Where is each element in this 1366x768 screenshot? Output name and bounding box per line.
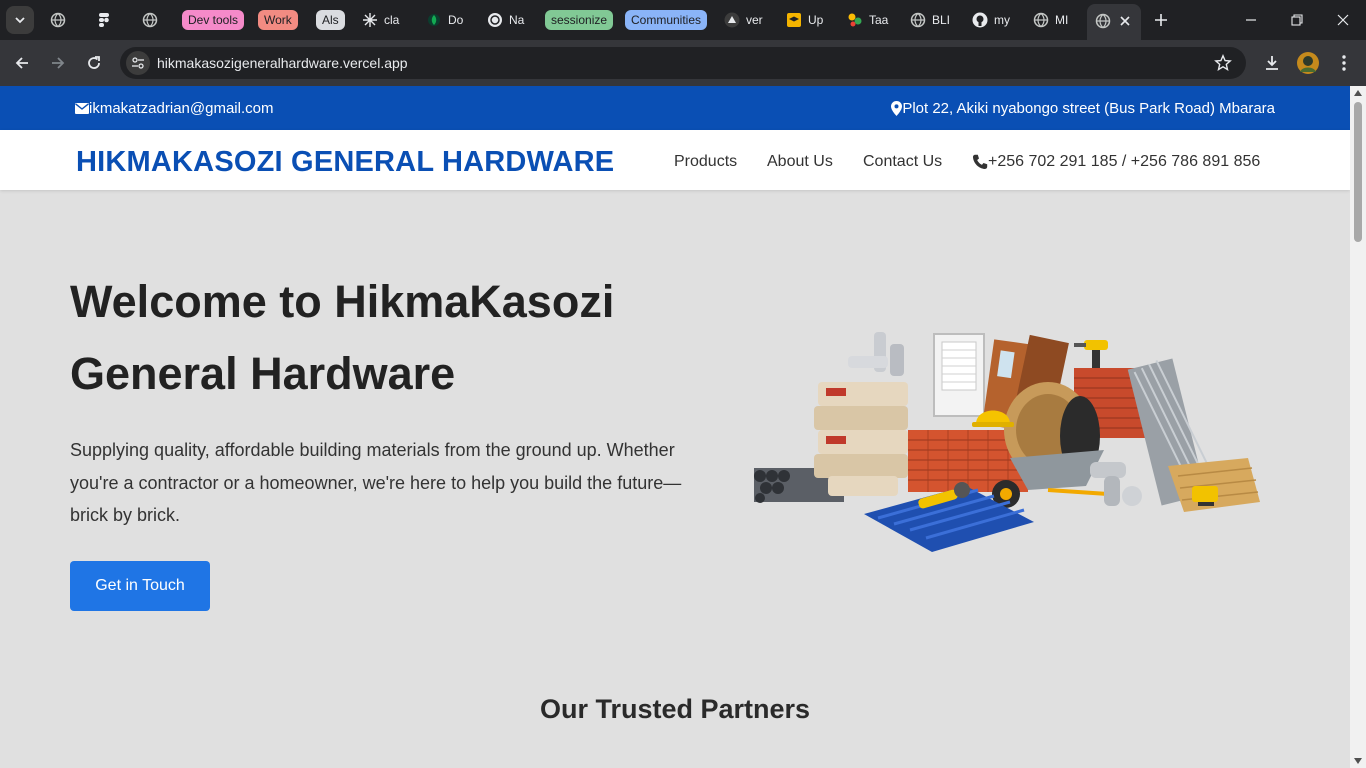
contact-topbar: ikmakatzadrian@gmail.com Plot 22, Akiki …: [0, 86, 1350, 130]
forward-button[interactable]: [44, 49, 72, 77]
scrollbar-thumb[interactable]: [1354, 102, 1362, 242]
window-frame: [933, 333, 985, 417]
tab-group-als[interactable]: Als: [316, 10, 345, 30]
arrow-left-icon: [15, 57, 28, 69]
address-text: Plot 22, Akiki nyabongo street (Bus Park…: [902, 100, 1275, 117]
nav-contact-us[interactable]: Contact Us: [863, 153, 942, 171]
graduation-icon: [786, 12, 802, 28]
nav-products[interactable]: Products: [674, 153, 737, 171]
tab-group-work[interactable]: Work: [258, 10, 298, 30]
bookmark-star-icon[interactable]: [1214, 54, 1232, 77]
phone-text: +256 702 291 185 / +256 786 891 856: [988, 153, 1261, 170]
downloads-button[interactable]: [1258, 49, 1286, 77]
site-info-button[interactable]: [126, 51, 150, 75]
page-scrollbar[interactable]: [1350, 86, 1366, 768]
more-vertical-icon: [1342, 55, 1346, 71]
tab-10[interactable]: BLI: [910, 6, 952, 34]
partners-heading: Our Trusted Partners: [539, 694, 811, 724]
leaf-icon: [426, 12, 442, 28]
building-materials-image: [754, 332, 1260, 552]
active-tab[interactable]: [1087, 4, 1141, 40]
hero-description: Supplying quality, affordable building m…: [70, 440, 682, 525]
restore-button[interactable]: [1285, 8, 1309, 32]
reload-button[interactable]: [80, 49, 108, 77]
power-drill: [1074, 340, 1108, 368]
profile-avatar[interactable]: [1294, 49, 1322, 77]
page-viewport: ikmakatzadrian@gmail.com Plot 22, Akiki …: [0, 86, 1366, 768]
tune-icon: [132, 57, 144, 69]
tab-group-sessionize[interactable]: sessionize: [545, 10, 614, 30]
url-text[interactable]: hikmakasozigeneralhardware.vercel.app: [157, 55, 408, 71]
dots-icon: [847, 12, 863, 28]
tab-7[interactable]: ver: [724, 6, 768, 34]
arrow-right-icon: [52, 57, 65, 69]
sparkle-icon: [362, 12, 378, 28]
tab-9[interactable]: Taa: [847, 6, 891, 34]
plus-icon: [1155, 14, 1167, 26]
phone-icon: [972, 154, 988, 170]
topbar-email[interactable]: ikmakatzadrian@gmail.com: [75, 100, 273, 117]
tab-12[interactable]: MI: [1033, 6, 1073, 34]
topbar-address: Plot 22, Akiki nyabongo street (Bus Park…: [891, 100, 1275, 117]
tab-2[interactable]: [96, 6, 124, 34]
tab-3[interactable]: [142, 6, 170, 34]
restore-icon: [1291, 14, 1303, 26]
close-icon: [1337, 14, 1349, 26]
site-brand-logo[interactable]: HIKMAKASOZI GENERAL HARDWARE: [76, 146, 614, 179]
tab-search-button[interactable]: [6, 6, 34, 34]
get-in-touch-button[interactable]: Get in Touch: [70, 561, 210, 611]
site-header: HIKMAKASOZI GENERAL HARDWARE Products Ab…: [0, 130, 1350, 190]
download-icon: [1266, 56, 1278, 70]
tab-4[interactable]: cla: [362, 6, 410, 34]
email-text: ikmakatzadrian@gmail.com: [89, 100, 274, 117]
new-tab-button[interactable]: [1149, 8, 1173, 32]
minimize-button[interactable]: [1239, 8, 1263, 32]
globe-icon: [1033, 12, 1049, 28]
figma-icon: [96, 12, 112, 28]
pvc-fittings: [848, 332, 904, 376]
nav-about-us[interactable]: About Us: [767, 153, 833, 171]
hero-title: Welcome to HikmaKasozi General Hardware: [70, 266, 710, 410]
github-icon: [972, 12, 988, 28]
browser-tab-strip: Dev tools Work Als cla Do Na sessionize …: [0, 0, 1366, 40]
tab-5[interactable]: Do: [426, 6, 468, 34]
hero-title-line1: Welcome to HikmaKasozi: [70, 276, 615, 327]
envelope-icon: [75, 103, 89, 114]
map-pin-icon: [891, 101, 903, 116]
hero-title-line2: General Hardware: [70, 348, 456, 399]
header-phone[interactable]: +256 702 291 185 / +256 786 891 856: [972, 153, 1260, 171]
globe-icon: [1095, 13, 1111, 34]
avatar-icon: [1297, 52, 1319, 74]
openai-icon: [487, 12, 503, 28]
close-tab-icon[interactable]: [1119, 14, 1131, 32]
browser-menu-button[interactable]: [1330, 49, 1358, 77]
pvc-elbows: [1090, 462, 1142, 506]
tab-8[interactable]: Up: [786, 6, 828, 34]
globe-icon: [910, 12, 926, 28]
globe-icon: [142, 12, 158, 28]
scroll-down-arrow-icon[interactable]: [1354, 758, 1362, 764]
tab-11[interactable]: my: [972, 6, 1014, 34]
tab-1[interactable]: [50, 6, 78, 34]
tab-6[interactable]: Na: [487, 6, 529, 34]
back-button[interactable]: [8, 49, 36, 77]
tab-group-communities[interactable]: Communities: [625, 10, 708, 30]
tab-group-dev-tools[interactable]: Dev tools: [182, 10, 245, 30]
minimize-icon: [1246, 19, 1256, 21]
chevron-down-icon: [15, 17, 25, 24]
scroll-up-arrow-icon[interactable]: [1354, 90, 1362, 96]
address-bar[interactable]: hikmakasozigeneralhardware.vercel.app: [120, 47, 1246, 79]
triangle-icon: [724, 12, 740, 28]
close-window-button[interactable]: [1331, 8, 1355, 32]
globe-icon: [50, 12, 66, 28]
reload-icon: [88, 56, 100, 69]
